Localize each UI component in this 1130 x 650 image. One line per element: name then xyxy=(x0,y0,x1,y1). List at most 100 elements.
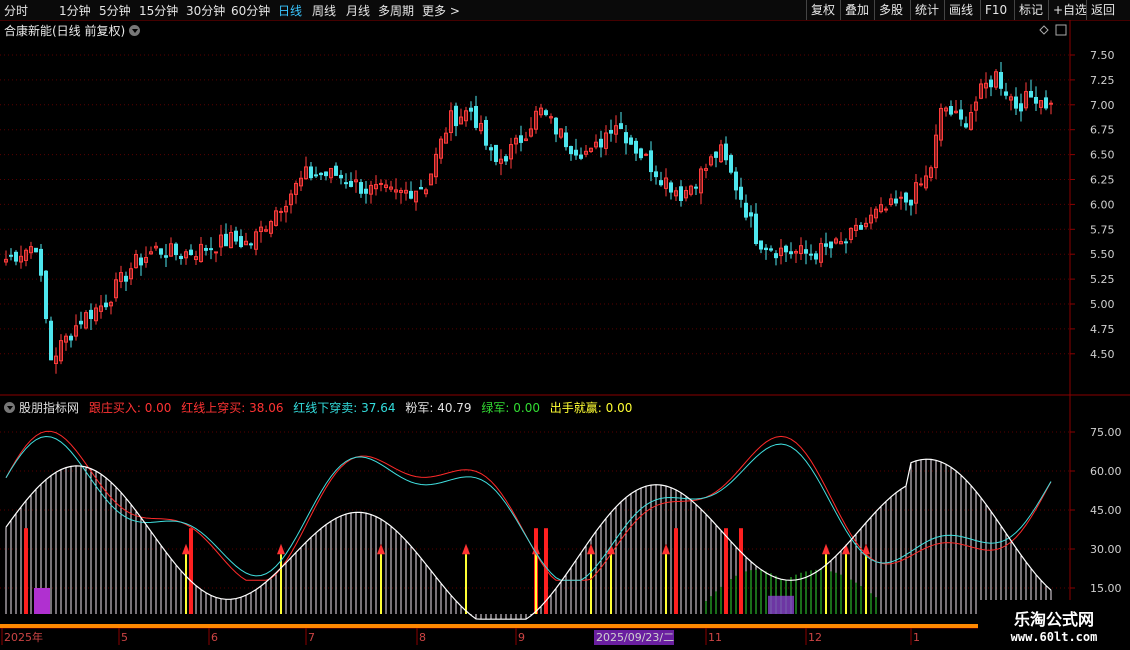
candle-body xyxy=(754,213,758,245)
follow-buy-signal xyxy=(674,528,678,614)
candle-body xyxy=(104,302,108,308)
candle-body xyxy=(814,253,818,260)
price-tick-label: 7.25 xyxy=(1090,74,1115,87)
candle-body xyxy=(89,309,93,320)
candle-body xyxy=(899,196,903,199)
up-arrow-icon xyxy=(277,543,285,555)
candle-body xyxy=(224,233,228,247)
candle-body xyxy=(239,236,243,248)
candle-body xyxy=(624,132,628,144)
candle-body xyxy=(179,255,183,260)
candle-body xyxy=(734,171,738,191)
date-axis-bar xyxy=(0,624,1070,628)
candle-body xyxy=(829,241,833,249)
candle-body xyxy=(844,241,848,244)
cursor-date-label: 2025/09/23/二 xyxy=(596,631,674,644)
candle-body xyxy=(1029,90,1033,98)
candle-body xyxy=(249,243,253,246)
candle-body xyxy=(744,202,748,218)
price-tick-label: 4.50 xyxy=(1090,348,1115,361)
candle-body xyxy=(724,143,728,161)
pink-army-line xyxy=(5,458,1052,620)
candle-body xyxy=(634,140,638,154)
indicator-tick-label: 45.00 xyxy=(1090,504,1122,517)
diamond-icon xyxy=(1039,25,1049,35)
candle-body xyxy=(209,248,213,251)
candle-body xyxy=(809,253,813,256)
kline-chart[interactable]: 7.50 7.25 7.00 6.75 6.50 6.25 6.00 5.75 5.50 5.25… xyxy=(0,0,1130,650)
date-tick-label: 11 xyxy=(708,631,722,644)
candle-body xyxy=(824,243,828,247)
date-tick-label: 12 xyxy=(808,631,822,644)
candle-body xyxy=(469,107,473,112)
candle-body xyxy=(609,129,613,134)
date-tick-label: 7 xyxy=(308,631,315,644)
candle-body xyxy=(234,230,238,242)
candle-body xyxy=(909,199,913,206)
price-tick-label: 5.50 xyxy=(1090,248,1115,261)
date-tick-label: 5 xyxy=(121,631,128,644)
watermark-url: www.60lt.com xyxy=(1010,630,1098,644)
indicator-tick-label: 30.00 xyxy=(1090,543,1122,556)
candle-body xyxy=(579,154,583,159)
candle-body xyxy=(204,247,208,251)
price-tick-label: 5.75 xyxy=(1090,223,1115,236)
candle-body xyxy=(34,247,38,253)
candle-body xyxy=(679,186,683,201)
candle-body xyxy=(789,251,793,255)
candle-body xyxy=(884,208,888,211)
candle-body xyxy=(659,180,663,186)
candle-body xyxy=(9,254,13,257)
follow-buy-signal xyxy=(189,528,193,614)
date-tick-label: 1 xyxy=(913,631,920,644)
follow-buy-signal xyxy=(24,528,28,614)
candle-body xyxy=(454,105,458,127)
price-tick-label: 6.25 xyxy=(1090,174,1115,187)
price-tick-label: 5.00 xyxy=(1090,298,1115,311)
indicator-tick-label: 15.00 xyxy=(1090,582,1122,595)
candle-body xyxy=(14,251,18,262)
candle-body xyxy=(344,182,348,185)
candle-body xyxy=(1014,96,1018,109)
candle-body xyxy=(919,183,923,186)
candle-body xyxy=(554,117,558,135)
candle-body xyxy=(804,249,808,254)
candle-body xyxy=(649,150,653,173)
candle-body xyxy=(989,79,993,88)
price-tick-label: 6.00 xyxy=(1090,198,1115,211)
candle-body xyxy=(139,257,143,266)
candle-body xyxy=(484,119,488,146)
candle-body xyxy=(894,198,898,204)
candle-body xyxy=(49,320,53,361)
date-tick-label: 8 xyxy=(419,631,426,644)
candle-body xyxy=(774,253,778,259)
candle-body xyxy=(324,171,328,177)
candle-body xyxy=(639,148,643,159)
panel-toggle-icon xyxy=(1055,24,1067,36)
candle-body xyxy=(494,144,498,162)
candle-body xyxy=(124,275,128,282)
follow-buy-signal xyxy=(739,528,743,614)
candle-body xyxy=(1044,97,1048,109)
candle-body xyxy=(79,320,83,325)
candle-body xyxy=(349,180,353,187)
candle-body xyxy=(314,174,318,177)
candle-body xyxy=(474,106,478,128)
candle-body xyxy=(379,182,383,185)
candle-body xyxy=(1034,96,1038,104)
price-tick-label: 6.50 xyxy=(1090,149,1115,162)
date-tick-label: 9 xyxy=(518,631,525,644)
candle-body xyxy=(1019,103,1023,112)
candle-body xyxy=(279,210,283,213)
price-tick-label: 5.25 xyxy=(1090,273,1115,286)
candle-body xyxy=(769,248,773,251)
candle-body xyxy=(364,188,368,194)
candle-body xyxy=(564,132,568,148)
price-tick-label: 6.75 xyxy=(1090,124,1115,137)
candle-body xyxy=(1004,91,1008,96)
candle-body xyxy=(999,71,1003,89)
candle-body xyxy=(729,155,733,173)
watermark-title: 乐淘公式网 xyxy=(1013,610,1094,629)
candle-body xyxy=(694,186,698,189)
candle-body xyxy=(964,123,968,128)
